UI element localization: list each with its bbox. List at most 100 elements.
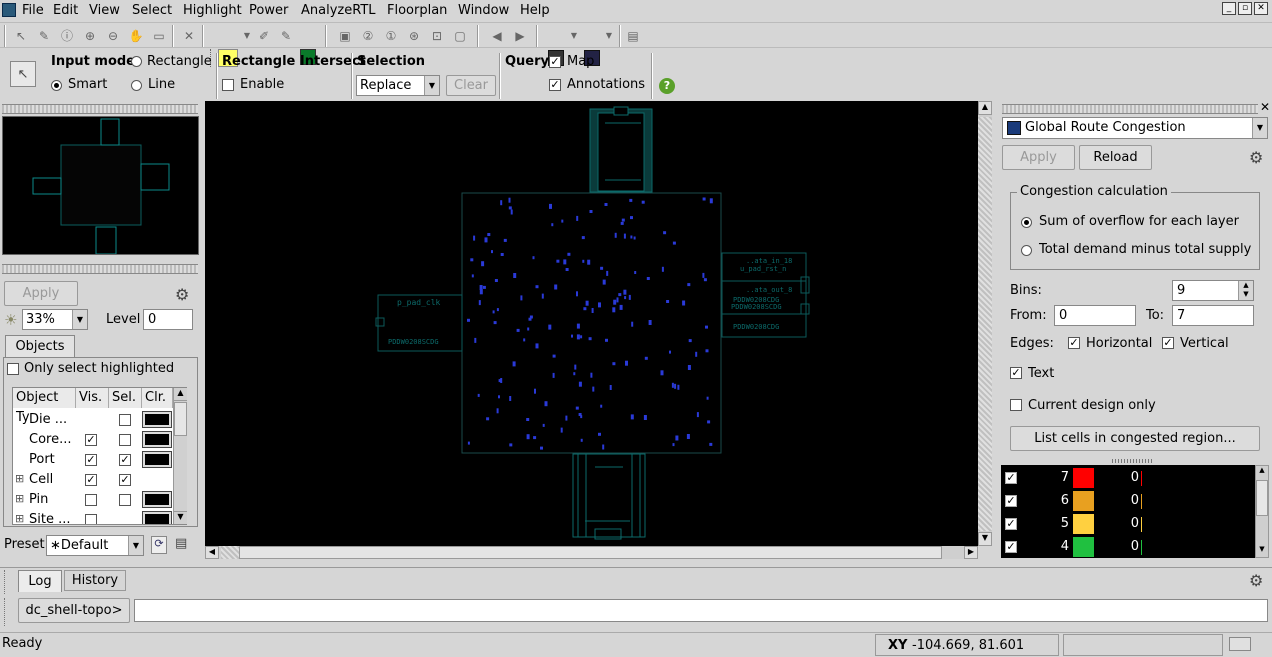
expand-icon[interactable]: ⊞	[15, 472, 24, 485]
map-panel-handle[interactable]	[1002, 104, 1258, 114]
legend-row[interactable]: ✓ 6 0	[1001, 491, 1255, 511]
tab-history[interactable]: History	[64, 570, 126, 591]
gear-icon[interactable]: ⚙	[175, 285, 189, 304]
table-row[interactable]: Port ✓ ✓	[13, 450, 173, 470]
vis-checkbox[interactable]: ✓	[85, 454, 97, 466]
pan-hand-icon[interactable]: ✋	[127, 27, 145, 45]
color-dropdown-icon[interactable]: ▼	[238, 27, 256, 45]
map-checkbox[interactable]: ✓	[549, 56, 561, 68]
zoom-full-icon[interactable]: ▢	[451, 27, 469, 45]
map-apply-button[interactable]: Apply	[1002, 145, 1075, 170]
map-mode-dropdown[interactable]: Global Route Congestion ▼	[1002, 117, 1268, 139]
color-swatch[interactable]	[142, 431, 172, 448]
selection-dropdown[interactable]: Replace ▼	[356, 75, 440, 96]
total-demand-radio[interactable]	[1021, 245, 1032, 256]
vertical-checkbox[interactable]: ✓	[1162, 337, 1174, 349]
legend-color-swatch[interactable]	[1073, 491, 1094, 511]
zoom-in-icon[interactable]: ⊕	[81, 27, 99, 45]
prompt-handle[interactable]	[4, 598, 14, 626]
reload-button[interactable]: Reload	[1079, 145, 1152, 170]
clear-ruler-icon[interactable]: ✕	[180, 27, 198, 45]
forward-icon[interactable]: ▶	[511, 27, 529, 45]
legend-checkbox[interactable]: ✓	[1005, 472, 1017, 484]
ruler-icon[interactable]: ▭	[150, 27, 168, 45]
close-icon[interactable]: ✕	[1254, 2, 1268, 15]
sum-overflow-radio[interactable]	[1021, 217, 1032, 228]
color-swatch[interactable]	[142, 451, 172, 468]
left-apply-button[interactable]: Apply	[4, 281, 78, 306]
menu-window[interactable]: Window	[458, 3, 509, 18]
to-input[interactable]: 7	[1172, 305, 1254, 326]
zoom-fit-icon[interactable]: ⊡	[428, 27, 446, 45]
sel-checkbox[interactable]: ✓	[119, 474, 131, 486]
menu-help[interactable]: Help	[520, 3, 550, 18]
level-spinbox[interactable]: 0	[143, 309, 193, 330]
legend-row[interactable]: ✓ 5 0	[1001, 514, 1255, 534]
view-fit-icon[interactable]: ▣	[336, 27, 354, 45]
legend-checkbox[interactable]: ✓	[1005, 495, 1017, 507]
command-input[interactable]	[134, 599, 1268, 622]
only-select-highlighted-checkbox[interactable]	[7, 363, 19, 375]
legend-color-swatch[interactable]	[1073, 468, 1094, 488]
sel-checkbox[interactable]: ✓	[119, 454, 131, 466]
color-swatch[interactable]	[142, 491, 172, 508]
clear-highlight-icon[interactable]: ✎	[277, 27, 295, 45]
table-row[interactable]: Die ...	[13, 410, 173, 430]
line-radio[interactable]	[131, 80, 142, 91]
legend-color-swatch[interactable]	[1073, 514, 1094, 534]
info-tool-icon[interactable]: ⓘ	[58, 27, 76, 45]
menu-power[interactable]: Power	[249, 3, 288, 18]
pointer-tool-icon[interactable]: ↖	[12, 27, 30, 45]
clear-button[interactable]: Clear	[446, 75, 496, 96]
horizontal-checkbox[interactable]: ✓	[1068, 337, 1080, 349]
gear-icon[interactable]: ⚙	[1249, 148, 1263, 167]
canvas-vertical-scrollbar[interactable]: ▲ ▼	[978, 101, 992, 546]
col-object-type[interactable]: Object Ty	[13, 388, 76, 425]
menu-view[interactable]: View	[89, 3, 120, 18]
select-arrow-icon[interactable]: ↖	[10, 61, 36, 87]
text-checkbox[interactable]: ✓	[1010, 367, 1022, 379]
bins-spinbox[interactable]: 9 ▲ ▼	[1172, 280, 1254, 301]
table-row[interactable]: ⊞ Cell ✓ ✓	[13, 470, 173, 490]
col-vis[interactable]: Vis.	[76, 388, 109, 408]
canvas-horizontal-scrollbar[interactable]: ◀ ▶	[205, 546, 978, 559]
expand-icon[interactable]: ⊞	[15, 512, 24, 524]
layout-dropdown-icon[interactable]: ▼	[565, 27, 583, 45]
from-input[interactable]: 0	[1054, 305, 1136, 326]
table-row[interactable]: ⊞ Pin	[13, 490, 173, 510]
annotations-checkbox[interactable]: ✓	[549, 79, 561, 91]
legend-row[interactable]: ✓ 7 0	[1001, 468, 1255, 488]
vis-checkbox[interactable]: ✓	[85, 434, 97, 446]
vis-checkbox[interactable]	[85, 514, 97, 524]
zoom-2-icon[interactable]: ②	[359, 27, 377, 45]
pencil-tool-icon[interactable]: ✎	[35, 27, 53, 45]
menu-highlight[interactable]: Highlight	[183, 3, 242, 18]
zoom-1-icon[interactable]: ①	[382, 27, 400, 45]
color-swatch[interactable]	[142, 511, 172, 524]
sel-checkbox[interactable]	[119, 494, 131, 506]
restore-icon[interactable]: ▫	[1238, 2, 1252, 15]
splitter-handle[interactable]	[1112, 459, 1154, 463]
menu-select[interactable]: Select	[132, 3, 172, 18]
tab-objects[interactable]: Objects	[5, 335, 75, 358]
list-cells-button[interactable]: List cells in congested region...	[1010, 426, 1260, 451]
legend-scrollbar[interactable]: ▲ ▼	[1255, 465, 1269, 558]
brightness-dropdown[interactable]: 33% ▼	[22, 309, 88, 330]
panel-toggle-icon[interactable]: ▤	[624, 27, 642, 45]
sel-checkbox[interactable]	[119, 434, 131, 446]
panel-close-icon[interactable]: ✕	[1260, 100, 1270, 114]
menu-floorplan[interactable]: Floorplan	[387, 3, 447, 18]
overview-map[interactable]	[2, 116, 199, 255]
tab-log[interactable]: Log	[18, 570, 62, 592]
zoom-selected-icon[interactable]: ⊛	[405, 27, 423, 45]
smart-radio[interactable]	[51, 80, 62, 91]
vis-checkbox[interactable]: ✓	[85, 474, 97, 486]
map-dropdown-icon[interactable]: ▼	[600, 27, 618, 45]
legend-checkbox[interactable]: ✓	[1005, 541, 1017, 553]
col-clr[interactable]: Clr.	[142, 388, 173, 408]
minimize-icon[interactable]: _	[1222, 2, 1236, 15]
object-table-scrollbar[interactable]: ▲ ▼	[173, 388, 187, 524]
status-toggle-icon[interactable]	[1229, 637, 1251, 651]
overview-handle[interactable]	[2, 104, 198, 114]
legend-checkbox[interactable]: ✓	[1005, 518, 1017, 530]
